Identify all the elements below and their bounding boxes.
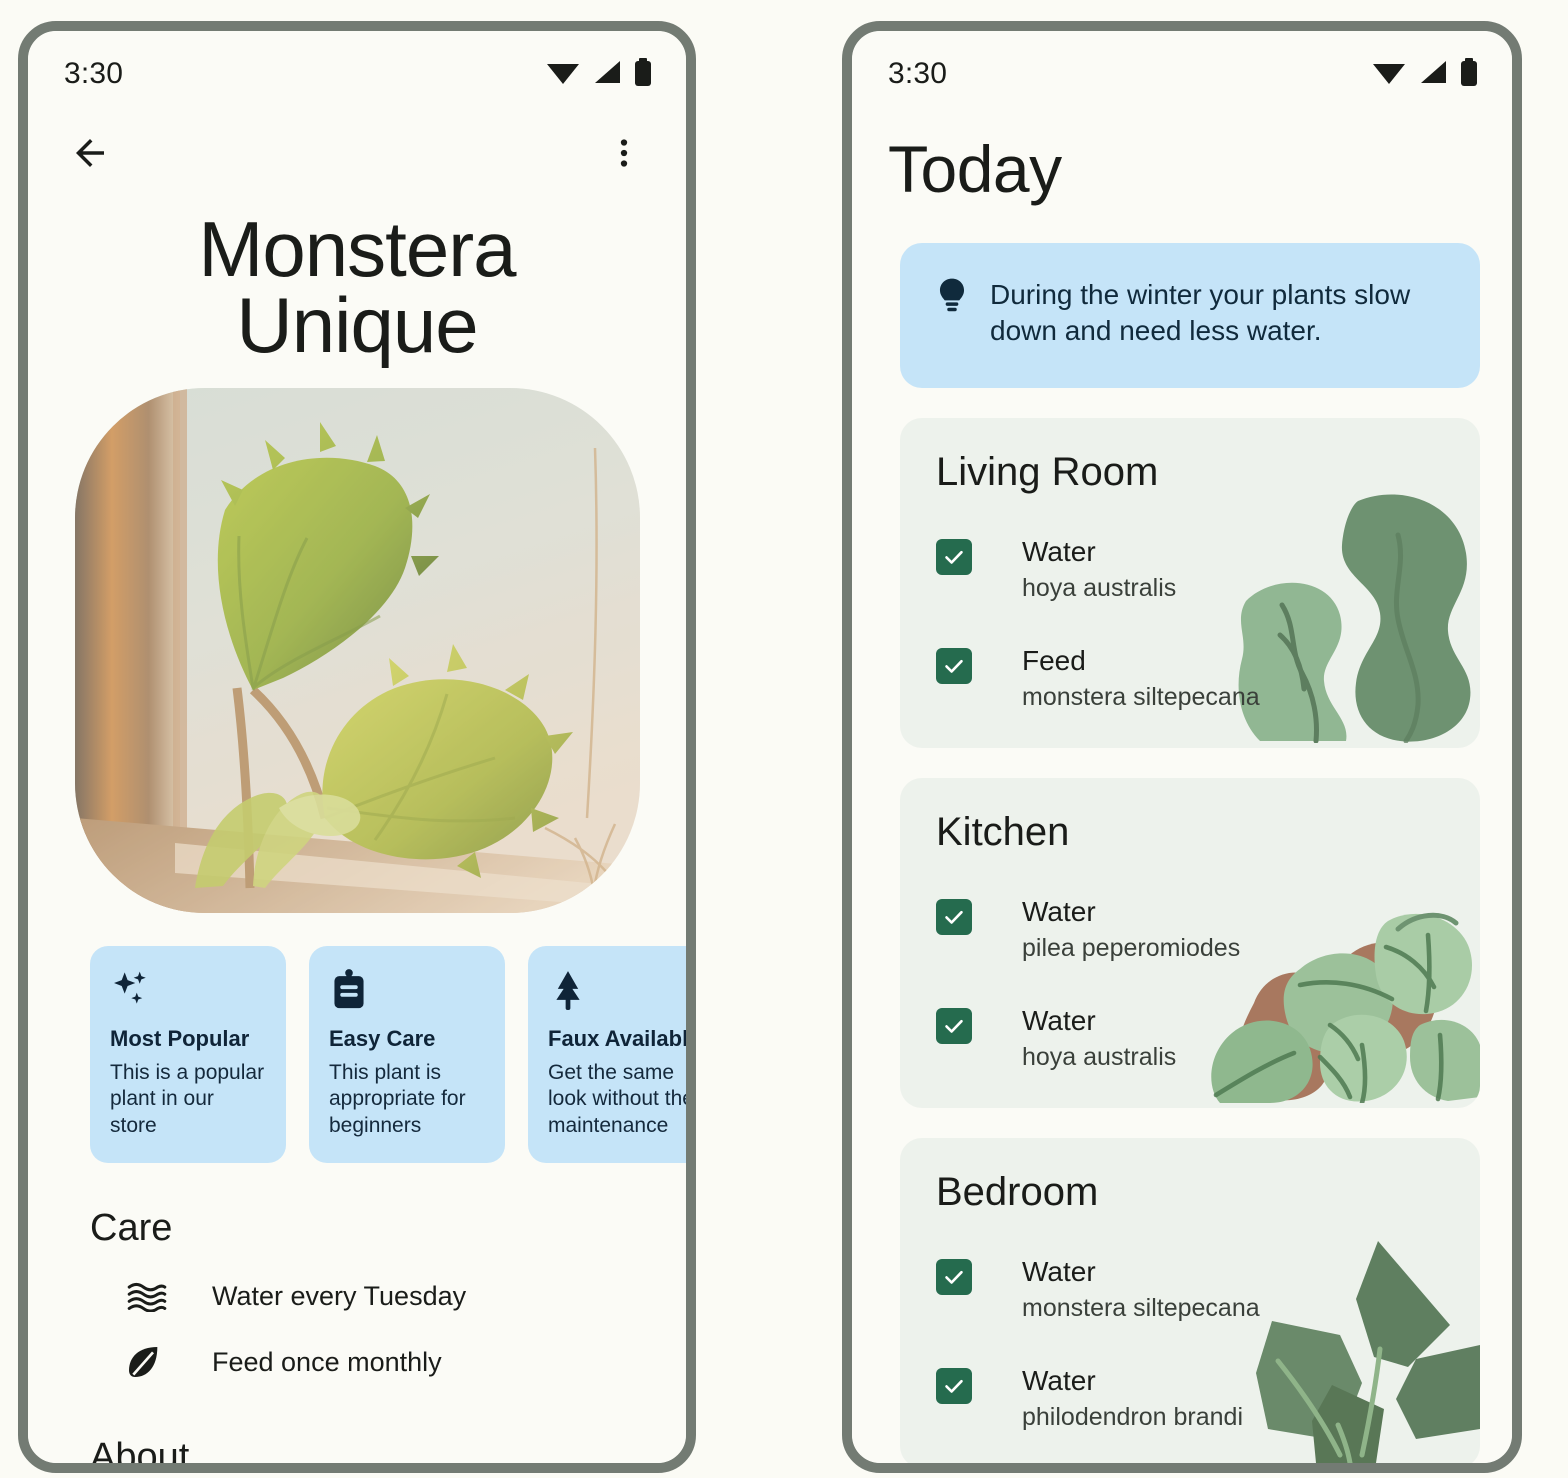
task-text: Water monstera siltepecana	[1022, 1255, 1260, 1325]
chip-body: This is a popular plant in our store	[110, 1060, 265, 1137]
water-waves-icon	[124, 1280, 190, 1313]
plant-detail-screen: 3:30 Monstera Unique Most Popular This i…	[28, 31, 686, 1463]
room-name: Kitchen	[936, 809, 1070, 854]
task-plant: monstera siltepecana	[1022, 683, 1260, 712]
task-action: Water	[1022, 535, 1096, 567]
phone-left: 3:30 Monstera Unique Most Popular This i…	[18, 21, 696, 1473]
wifi-icon	[1372, 59, 1406, 90]
tip-text: During the winter your plants slow down …	[990, 279, 1411, 347]
signal-icon	[1418, 59, 1448, 90]
task-checkbox[interactable]	[936, 1258, 972, 1295]
task-action: Feed	[1022, 645, 1086, 677]
task-checkbox[interactable]	[936, 1368, 972, 1405]
sparkles-icon	[110, 968, 266, 1012]
task-text: Water hoya australis	[1022, 535, 1176, 605]
status-bar-left: 3:30	[28, 31, 686, 117]
plant-photo	[74, 387, 640, 913]
back-arrow-icon	[69, 132, 111, 179]
leaf-icon	[124, 1342, 190, 1382]
task-plant: hoya australis	[1022, 1043, 1177, 1072]
status-icon-group	[1372, 57, 1478, 91]
page-title: Monstera Unique	[198, 205, 516, 370]
overflow-menu-button[interactable]	[600, 131, 648, 179]
tip-banner: During the winter your plants slow down …	[900, 243, 1480, 388]
task-action: Water	[1022, 1255, 1096, 1287]
room-card-bedroom[interactable]: Bedroom Water monstera siltepecana Water…	[900, 1137, 1480, 1463]
phone-right: 3:30 Today During the winter your plants…	[842, 21, 1522, 1473]
status-clock: 3:30	[64, 57, 124, 90]
chip-body: This plant is appropriate for beginners	[329, 1060, 466, 1137]
chip-title: Easy Care	[329, 1025, 436, 1051]
status-clock: 3:30	[888, 57, 948, 90]
room-name: Bedroom	[936, 1169, 1099, 1214]
task-checkbox[interactable]	[936, 648, 972, 685]
task-text: Water hoya australis	[1022, 1004, 1176, 1074]
status-bar-right: 3:30	[852, 31, 1512, 117]
signal-icon	[592, 59, 622, 90]
care-heading: Care	[90, 1207, 173, 1250]
chip-title: Most Popular	[110, 1025, 250, 1051]
chip-body: Get the same look without the maintenanc…	[548, 1060, 686, 1137]
task-checkbox[interactable]	[936, 1008, 972, 1045]
task-plant: hoya australis	[1022, 573, 1177, 602]
task-checkbox[interactable]	[936, 538, 972, 575]
chip-title: Faux Available	[548, 1025, 686, 1051]
battery-icon	[1460, 57, 1478, 91]
task-action: Water	[1022, 1005, 1096, 1037]
room-card-kitchen[interactable]: Kitchen Water pilea peperomiodes Water h…	[900, 777, 1480, 1108]
tree-icon	[548, 968, 686, 1012]
wifi-icon	[546, 59, 580, 90]
task-text: Water philodendron brandi	[1022, 1364, 1243, 1434]
clipboard-icon	[329, 968, 485, 1012]
task-row[interactable]: Water hoya australis	[936, 1004, 1480, 1074]
room-card-living-room[interactable]: Living Room Water hoya australis Feed mo…	[900, 417, 1480, 748]
today-title: Today	[888, 132, 1062, 206]
task-plant: pilea peperomiodes	[1022, 933, 1241, 962]
task-row[interactable]: Water hoya australis	[936, 535, 1480, 605]
task-action: Water	[1022, 895, 1096, 927]
care-item-label: Feed once monthly	[212, 1346, 442, 1377]
care-item-feed: Feed once monthly	[28, 1342, 686, 1382]
back-button[interactable]	[66, 131, 114, 179]
chip-most-popular[interactable]: Most Popular This is a popular plant in …	[90, 945, 286, 1164]
today-screen: 3:30 Today During the winter your plants…	[852, 31, 1512, 1463]
hero-image-wrap	[28, 387, 686, 913]
battery-icon	[634, 57, 652, 91]
task-plant: monstera siltepecana	[1022, 1293, 1260, 1322]
task-action: Water	[1022, 1365, 1096, 1397]
task-checkbox[interactable]	[936, 898, 972, 935]
lightbulb-icon	[936, 277, 968, 350]
task-row[interactable]: Feed monstera siltepecana	[936, 644, 1480, 714]
task-row[interactable]: Water monstera siltepecana	[936, 1255, 1480, 1325]
chip-faux-available[interactable]: Faux Available Get the same look without…	[528, 945, 686, 1164]
task-text: Feed monstera siltepecana	[1022, 644, 1260, 714]
task-row[interactable]: Water philodendron brandi	[936, 1364, 1480, 1434]
task-row[interactable]: Water pilea peperomiodes	[936, 895, 1480, 965]
app-bar	[28, 117, 686, 193]
about-heading: About	[90, 1436, 190, 1463]
task-text: Water pilea peperomiodes	[1022, 895, 1240, 965]
task-plant: philodendron brandi	[1022, 1403, 1244, 1432]
room-name: Living Room	[936, 449, 1159, 494]
chip-easy-care[interactable]: Easy Care This plant is appropriate for …	[309, 945, 505, 1164]
plant-attribute-chips: Most Popular This is a popular plant in …	[28, 945, 686, 1164]
screenshot-root: 3:30 Monstera Unique Most Popular This i…	[0, 0, 1568, 1478]
more-vert-icon	[606, 135, 642, 176]
status-icon-group	[546, 57, 652, 91]
care-item-water: Water every Tuesday	[28, 1280, 686, 1313]
care-item-label: Water every Tuesday	[212, 1280, 467, 1311]
